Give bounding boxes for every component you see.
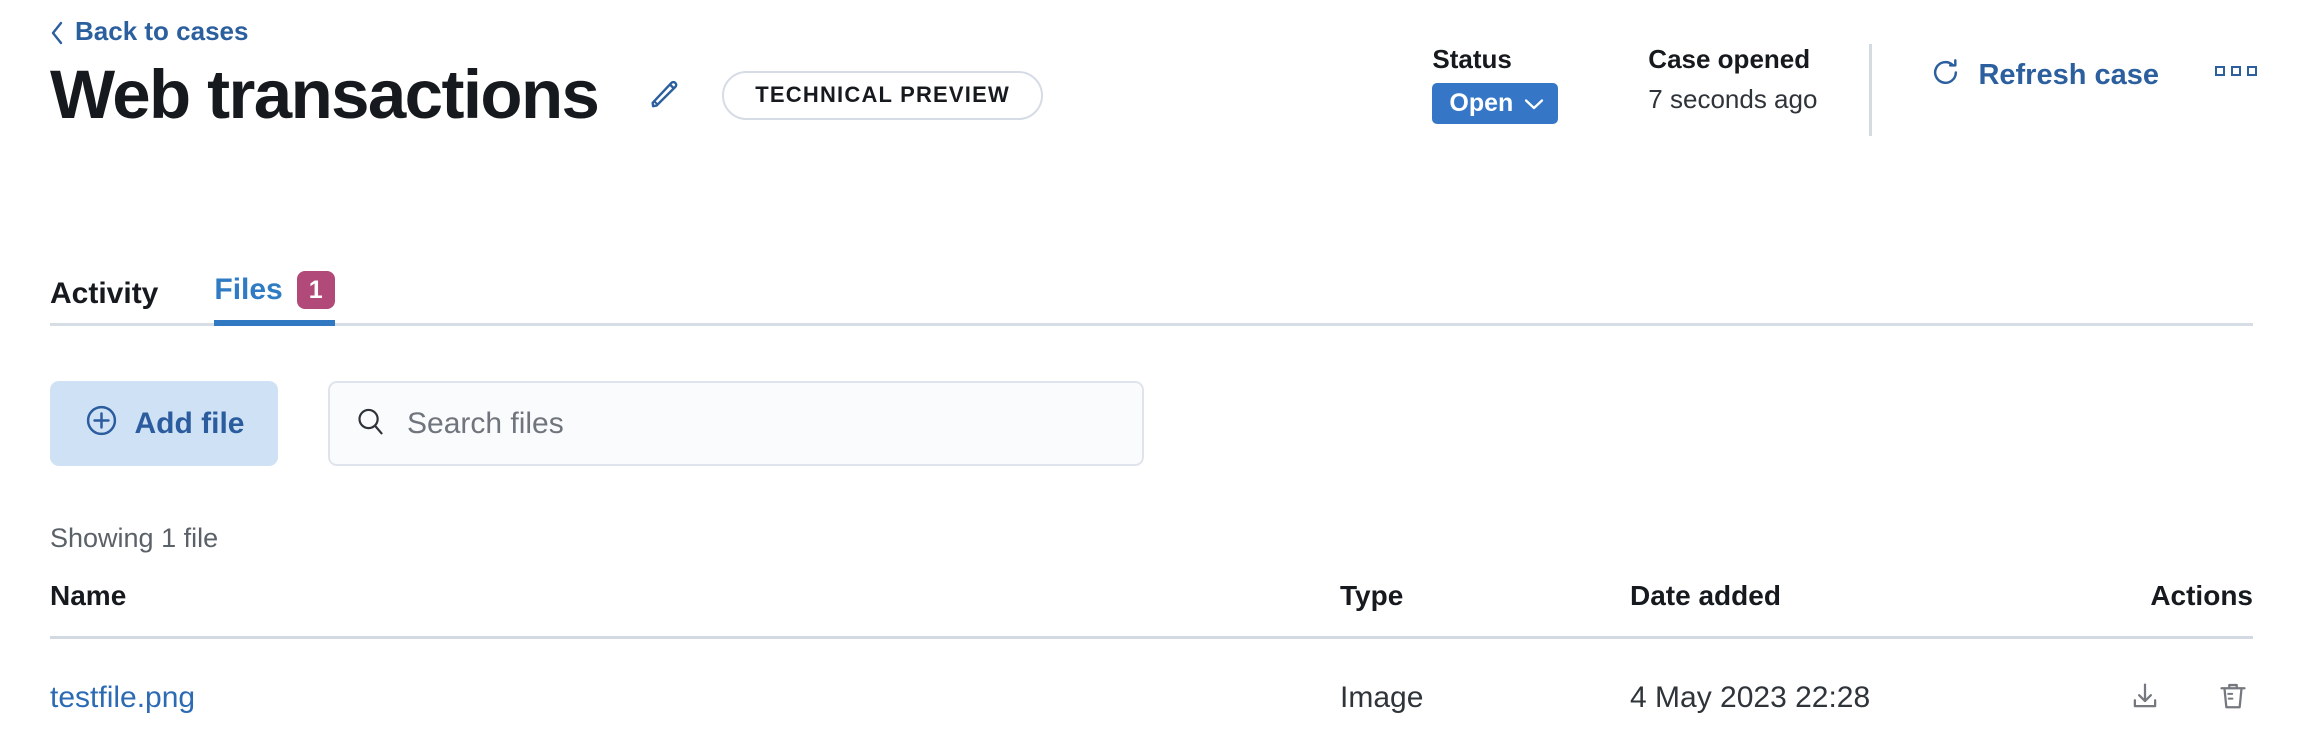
status-label: Status [1432,44,1512,74]
title-row: Web transactions TECHNICAL PREVIEW [50,56,1043,133]
column-header-type[interactable]: Type [1340,580,1630,639]
case-detail-page: Back to cases Web transactions TECHNICAL… [0,0,2303,738]
tab-activity[interactable]: Activity [50,279,158,326]
search-input[interactable] [407,406,1120,441]
tab-files[interactable]: Files 1 [214,271,336,326]
header-divider [1869,44,1873,136]
cell-file-type: Image [1340,637,1630,738]
search-icon [354,405,387,443]
more-options-button[interactable] [2215,66,2257,76]
status-value: Open [1449,88,1514,117]
back-to-cases-label: Back to cases [75,16,249,46]
files-table-head: Name Type Date added Actions [50,580,2253,639]
header-meta-cluster: Status Open Case opened 7 seconds ago Re… [1432,44,2257,136]
trash-delete-icon [2217,680,2249,715]
technical-preview-badge: TECHNICAL PREVIEW [722,70,1043,120]
table-header-row: Name Type Date added Actions [50,580,2253,639]
status-block: Status Open [1432,44,1559,124]
row-action-group [2125,677,2253,717]
refresh-case-button[interactable]: Refresh case [1930,57,2159,94]
page-title: Web transactions [50,56,600,133]
files-table-body: testfile.png Image 4 May 2023 22:28 [50,637,2253,738]
download-file-button[interactable] [2125,677,2165,717]
cell-file-name: testfile.png [50,637,1340,738]
refresh-case-label: Refresh case [1978,59,2159,91]
add-file-button[interactable]: Add file [50,381,278,466]
chevron-down-icon [1524,91,1544,116]
refresh-circular-arrow-icon [1930,57,1961,94]
add-file-label: Add file [134,406,245,440]
column-header-name[interactable]: Name [50,580,1340,639]
files-table: Name Type Date added Actions testfile.pn… [50,580,2253,738]
plus-circle-icon [84,403,119,444]
edit-title-button[interactable] [642,73,686,117]
search-files-box[interactable] [328,381,1144,466]
column-header-date-added[interactable]: Date added [1630,580,2010,639]
cell-date-added: 4 May 2023 22:28 [1630,637,2010,738]
file-name-link[interactable]: testfile.png [50,681,195,714]
tab-bar: Activity Files 1 [50,258,2253,328]
files-toolbar: Add file [50,381,1144,466]
back-to-cases-link[interactable]: Back to cases [50,16,249,46]
tab-activity-label: Activity [50,277,159,310]
pencil-edit-icon [647,77,681,114]
column-header-actions: Actions [2010,580,2253,639]
tab-files-label: Files [214,273,283,306]
case-opened-block: Case opened 7 seconds ago [1648,44,1817,114]
download-icon [2129,680,2161,715]
ellipsis-horizontal-icon [2215,66,2257,76]
cell-actions [2010,637,2253,738]
case-opened-label: Case opened [1648,44,1811,74]
tab-files-count-badge: 1 [296,271,335,309]
status-dropdown[interactable]: Open [1432,82,1559,124]
chevron-left-icon [50,21,64,45]
table-row: testfile.png Image 4 May 2023 22:28 [50,637,2253,738]
results-count-text: Showing 1 file [50,523,219,553]
delete-file-button[interactable] [2213,677,2253,717]
case-opened-value: 7 seconds ago [1648,83,1818,114]
